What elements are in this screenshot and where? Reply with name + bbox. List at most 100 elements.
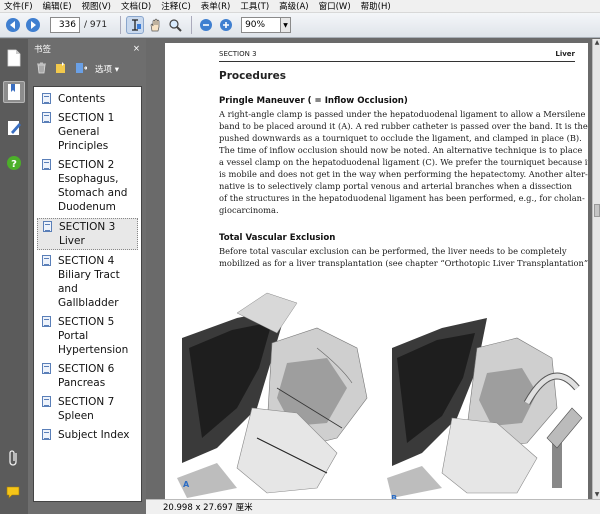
bookmark-label: SECTION 7 Spleen [58, 396, 115, 422]
new-bookmark-icon [56, 61, 65, 73]
bookmark-icon [8, 84, 20, 100]
bookmark-label: SECTION 2 Esophagus, Stomach and Duodenu… [58, 159, 128, 213]
bookmarks-toolbar: 选项 ▾ [28, 59, 146, 79]
bookmark-label: Contents [58, 93, 106, 105]
surgical-illustration-a [177, 288, 377, 498]
options-menu-button[interactable]: 选项 ▾ [95, 63, 119, 75]
bookmark-page-icon [42, 429, 51, 440]
bookmarks-title: 书签 [34, 45, 52, 55]
next-page-button[interactable] [24, 16, 42, 34]
text-line: mobilized as for a liver transplantation… [219, 258, 588, 268]
svg-text:?: ? [11, 159, 17, 170]
new-bookmark-button[interactable] [55, 61, 67, 77]
text-line: native is to selectively clamp portal ve… [219, 181, 572, 191]
pringle-paragraph: A right-angle clamp is passed under the … [219, 108, 588, 216]
attachments-panel-button[interactable] [3, 447, 25, 469]
marquee-zoom-button[interactable] [166, 16, 184, 34]
menu-help[interactable]: 帮助(H) [361, 0, 391, 12]
bookmark-item[interactable]: SECTION 5 Portal Hypertension [34, 314, 141, 358]
magnifier-icon [169, 19, 182, 32]
expand-icon [76, 62, 88, 73]
text-line: giocarcinoma. [219, 205, 279, 215]
document-view[interactable]: SECTION 3 Liver Procedures Pringle Maneu… [146, 39, 592, 499]
select-tool-button[interactable] [126, 16, 145, 34]
menu-edit[interactable]: 编辑(E) [43, 0, 72, 12]
expand-bookmark-button[interactable] [75, 62, 88, 77]
bookmark-page-icon [42, 255, 51, 266]
text-line: pushed downwards as a tourniquet to occl… [219, 133, 582, 143]
bookmark-page-icon [42, 363, 51, 374]
text-line: of the structures in the hepatoduodenal … [219, 193, 585, 203]
page-number-input[interactable]: 336 [50, 17, 80, 33]
zoom-in-icon [220, 19, 233, 31]
surgical-illustration-b [387, 288, 587, 498]
scroll-down-icon[interactable]: ▼ [593, 491, 600, 499]
arrow-right-icon [26, 18, 40, 32]
vertical-scrollbar[interactable]: ▲ ▼ [592, 39, 600, 499]
signatures-panel-button[interactable] [3, 117, 25, 139]
bookmark-label: SECTION 3 Liver [59, 221, 116, 247]
delete-bookmark-button[interactable] [36, 62, 47, 77]
toolbar-separator [191, 16, 193, 34]
menu-document[interactable]: 文档(D) [121, 0, 151, 12]
menu-window[interactable]: 窗口(W) [319, 0, 351, 12]
bookmark-item[interactable]: SECTION 2 Esophagus, Stomach and Duodenu… [34, 157, 141, 215]
zoom-out-icon [200, 19, 213, 31]
chevron-down-icon: ▼ [283, 21, 288, 29]
bookmark-page-icon [42, 112, 51, 123]
menu-view[interactable]: 视图(V) [82, 0, 111, 12]
bookmark-item[interactable]: Subject Index [34, 427, 141, 443]
menu-forms[interactable]: 表单(R) [201, 0, 231, 12]
menu-bar: 文件(F) 编辑(E) 视图(V) 文档(D) 注释(C) 表单(R) 工具(T… [0, 0, 600, 13]
menu-advanced[interactable]: 高级(A) [279, 0, 308, 12]
zoom-in-button[interactable] [217, 16, 235, 34]
text-line: The time of inflow occlusion should now … [219, 145, 583, 155]
bookmark-label: SECTION 6 Pancreas [58, 363, 115, 389]
bookmark-item[interactable]: Contents [34, 91, 141, 107]
figure-label-a: A [183, 480, 190, 489]
zoom-dropdown-button[interactable]: ▼ [281, 17, 292, 33]
comments-panel-button[interactable] [3, 482, 25, 504]
text-line: Before total vascular exclusion can be p… [219, 246, 567, 256]
zoom-level-input[interactable]: 90% [241, 17, 282, 33]
text-line: band to be placed around it (A). A red r… [219, 121, 588, 131]
bookmark-label: Subject Index [58, 429, 130, 441]
bookmark-label: SECTION 5 Portal Hypertension [58, 316, 129, 356]
document-page: SECTION 3 Liver Procedures Pringle Maneu… [165, 43, 588, 499]
bookmark-item[interactable]: SECTION 7 Spleen [34, 394, 141, 424]
tve-heading: Total Vascular Exclusion [219, 233, 336, 243]
page-total: / 971 [84, 20, 108, 30]
menu-comments[interactable]: 注释(C) [161, 0, 191, 12]
bookmark-item[interactable]: SECTION 1 General Principles [34, 110, 141, 154]
pages-panel-button[interactable] [3, 47, 25, 69]
bookmark-item[interactable]: SECTION 3 Liver [37, 218, 138, 250]
bookmarks-panel-button[interactable] [3, 81, 25, 103]
pen-icon [8, 121, 21, 135]
arrow-left-icon [6, 18, 20, 32]
bookmarks-header: 书签 × [28, 39, 146, 59]
bookmark-page-icon [42, 159, 51, 170]
help-button[interactable]: ? [3, 152, 25, 174]
text-line: a vessel clamp on the hepatoduodenal lig… [219, 157, 588, 167]
bookmark-page-icon [43, 221, 52, 232]
zoom-out-button[interactable] [197, 16, 215, 34]
text-line: A right-angle clamp is passed under the … [219, 109, 586, 119]
navigation-pane-toolbar: ? [0, 39, 28, 514]
scroll-up-icon[interactable]: ▲ [593, 39, 600, 47]
hand-icon [150, 18, 160, 32]
scrollbar-thumb[interactable] [594, 204, 600, 217]
toolbar: 336 / 971 90% ▼ [0, 13, 600, 38]
bookmark-item[interactable]: SECTION 4 Biliary Tract and Gallbladder [34, 253, 141, 311]
bookmarks-list: Contents SECTION 1 General Principles SECT… [33, 86, 142, 502]
previous-page-button[interactable] [4, 16, 22, 34]
menu-file[interactable]: 文件(F) [4, 0, 33, 12]
bookmark-item[interactable]: SECTION 6 Pancreas [34, 361, 141, 391]
hand-tool-button[interactable] [146, 16, 164, 34]
text-cursor-icon [132, 19, 142, 31]
paperclip-icon [9, 450, 17, 466]
options-label: 选项 [95, 65, 113, 75]
header-section: SECTION 3 [219, 50, 257, 58]
close-panel-button[interactable]: × [133, 44, 140, 54]
menu-tools[interactable]: 工具(T) [240, 0, 269, 12]
bookmark-page-icon [42, 93, 51, 104]
